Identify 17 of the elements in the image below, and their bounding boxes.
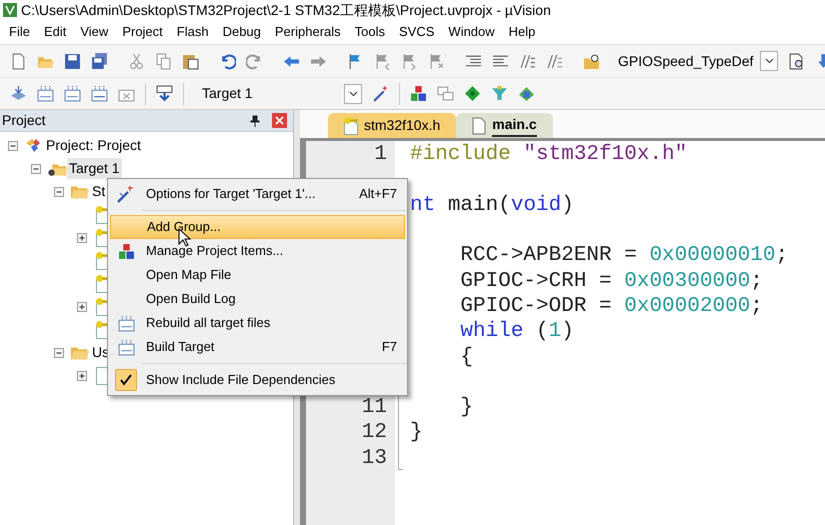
code-line: GPIOC->CRH = 0x00300000; — [459, 268, 763, 294]
code-line: GPIOC->ODR = 0x00002000; — [459, 294, 763, 319]
line-number: 1 — [374, 142, 387, 168]
line-number: 12 — [362, 420, 387, 446]
shortcut: Alt+F7 — [359, 185, 398, 204]
line-number: 13 — [362, 446, 387, 471]
window-title: C:\Users\Admin\Desktop\STM32Project\2-1 STM32工程模板\Project.uvprojx - µVision — [21, 0, 551, 20]
code-line: nt main(void) — [410, 192, 574, 218]
shortcut: F7 — [382, 338, 398, 356]
panel-title: Project — [2, 111, 47, 130]
code-line: #include "stm32f10x.h" — [410, 142, 688, 168]
code-line: { — [459, 344, 474, 370]
code-line: RCC->APB2ENR = 0x00000010; — [459, 243, 788, 268]
code-line: while (1) — [459, 319, 574, 344]
line-number: 11 — [362, 395, 387, 420]
code-line: } — [459, 395, 474, 420]
code-line: } — [410, 420, 423, 446]
